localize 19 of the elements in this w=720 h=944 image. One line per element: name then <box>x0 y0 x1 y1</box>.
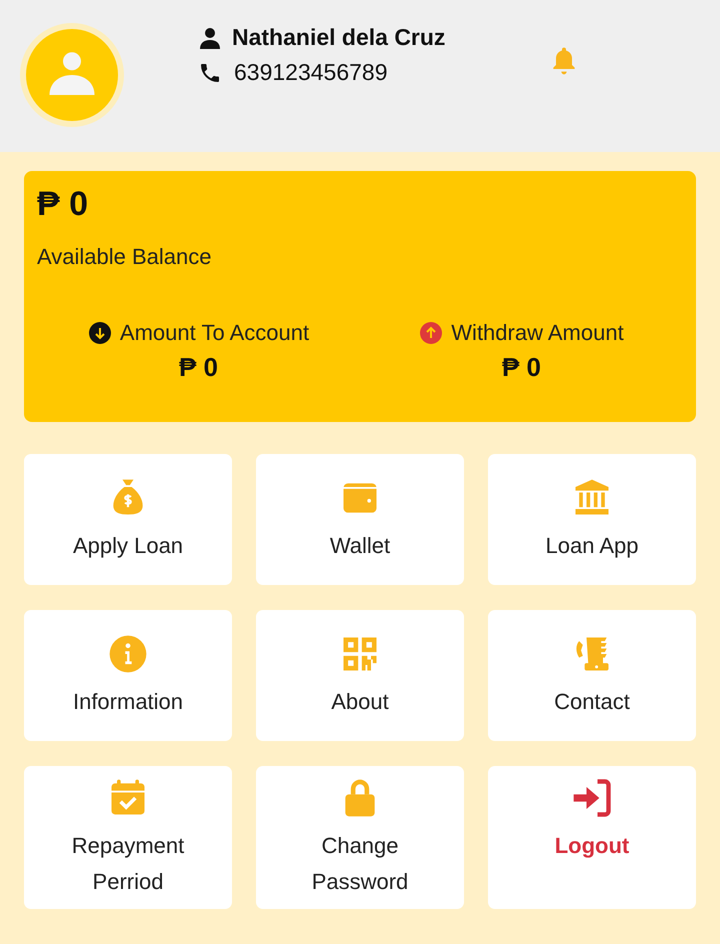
arrow-up-icon <box>419 321 444 345</box>
stat-label: Amount To Account <box>120 320 310 346</box>
phone-number: 639123456789 <box>234 59 388 86</box>
balance-label: Available Balance <box>37 244 212 270</box>
menu-tile[interactable]: Logout <box>488 766 696 909</box>
menu-tile[interactable]: Information <box>24 610 232 741</box>
stat-amount: ₱ 0 <box>178 352 218 383</box>
menu-tile[interactable]: Contact <box>488 610 696 741</box>
menu-tile[interactable]: Change Password <box>256 766 464 909</box>
menu-tile[interactable]: Apply Loan <box>24 454 232 585</box>
menu-tile[interactable]: Wallet <box>256 454 464 585</box>
user-name: Nathaniel dela Cruz <box>232 24 446 51</box>
stat-amount: ₱ 0 <box>502 352 542 383</box>
arrow-down-icon <box>88 321 112 345</box>
menu-tile[interactable]: About <box>256 610 464 741</box>
menu-tile[interactable]: Repayment Perriod <box>24 766 232 909</box>
stat-label: Withdraw Amount <box>451 320 624 346</box>
balance-amount: ₱ 0 <box>37 185 88 224</box>
menu-tile[interactable]: Loan App <box>488 454 696 585</box>
